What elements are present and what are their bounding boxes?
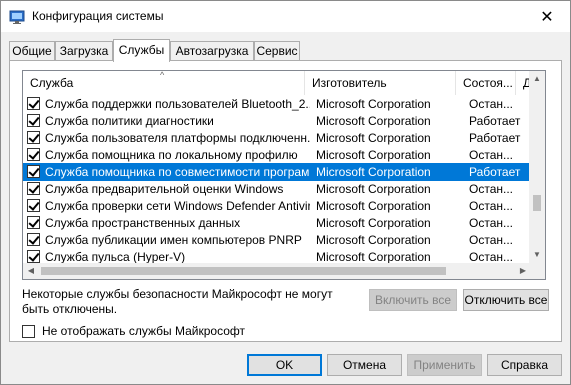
tab-boot[interactable]: Загрузка bbox=[55, 41, 113, 61]
service-enabled-checkbox[interactable] bbox=[27, 233, 40, 246]
service-status: Работает bbox=[469, 114, 521, 128]
service-row[interactable]: Служба пространственных данных Microsoft … bbox=[23, 214, 531, 232]
service-row[interactable]: Служба помощника по совместимости програ… bbox=[23, 163, 531, 181]
service-name: Служба поддержки пользователей Bluetooth… bbox=[45, 97, 310, 111]
service-status: Остан... bbox=[469, 97, 513, 111]
service-manufacturer: Microsoft Corporation bbox=[316, 216, 431, 230]
service-enabled-checkbox[interactable] bbox=[27, 114, 40, 127]
system-config-window: Конфигурация системы ✕ Общие Загрузка Сл… bbox=[0, 0, 571, 385]
security-note: Некоторые службы безопасности Майкрософт… bbox=[22, 287, 333, 316]
dialog-buttons: OK Отмена Применить Справка bbox=[1, 343, 570, 385]
column-manufacturer[interactable]: Изготовитель bbox=[305, 71, 456, 95]
service-enabled-checkbox[interactable] bbox=[27, 97, 40, 110]
service-enabled-checkbox[interactable] bbox=[27, 165, 40, 178]
service-manufacturer: Microsoft Corporation bbox=[316, 97, 431, 111]
service-row[interactable]: Служба помощника по локальному профилю Mi… bbox=[23, 146, 531, 164]
scroll-down-icon[interactable]: ▼ bbox=[529, 247, 545, 263]
service-manufacturer: Microsoft Corporation bbox=[316, 233, 431, 247]
tab-general[interactable]: Общие bbox=[9, 41, 55, 61]
close-icon: ✕ bbox=[540, 8, 554, 26]
tab-services[interactable]: Службы bbox=[113, 39, 170, 62]
service-enabled-checkbox[interactable] bbox=[27, 182, 40, 195]
title-bar[interactable]: Конфигурация системы ✕ bbox=[1, 1, 570, 32]
disable-all-button[interactable]: Отключить все bbox=[463, 289, 549, 311]
service-row[interactable]: Служба поддержки пользователей Bluetooth… bbox=[23, 95, 531, 113]
service-row[interactable]: Служба пользователя платформы подключенн… bbox=[23, 129, 531, 147]
service-enabled-checkbox[interactable] bbox=[27, 199, 40, 212]
sort-ascending-icon: ^ bbox=[160, 70, 165, 80]
service-name: Служба пользователя платформы подключенн… bbox=[45, 131, 310, 145]
tab-tools[interactable]: Сервис bbox=[254, 41, 300, 61]
list-header: Служба Изготовитель Состоя... Д ^ bbox=[23, 71, 531, 95]
service-manufacturer: Microsoft Corporation bbox=[316, 131, 431, 145]
service-enabled-checkbox[interactable] bbox=[27, 216, 40, 229]
service-name: Служба проверки сети Windows Defender An… bbox=[45, 199, 310, 213]
service-manufacturer: Microsoft Corporation bbox=[316, 165, 431, 179]
service-name: Служба политики диагностики bbox=[45, 114, 214, 128]
service-row[interactable]: Служба политики диагностики Microsoft Cor… bbox=[23, 112, 531, 130]
system-config-icon bbox=[9, 10, 25, 24]
service-status: Остан... bbox=[469, 233, 513, 247]
hide-ms-checkbox-box[interactable] bbox=[22, 325, 35, 338]
vertical-scroll-thumb[interactable] bbox=[533, 195, 541, 211]
apply-button[interactable]: Применить bbox=[407, 354, 482, 376]
service-status: Остан... bbox=[469, 216, 513, 230]
window-title: Конфигурация системы bbox=[32, 9, 164, 23]
close-button[interactable]: ✕ bbox=[524, 1, 570, 32]
service-name: Служба публикации имен компьютеров PNRP bbox=[45, 233, 302, 247]
help-button[interactable]: Справка bbox=[487, 354, 562, 376]
cancel-button[interactable]: Отмена bbox=[327, 354, 402, 376]
service-name: Служба предварительной оценки Windows bbox=[45, 182, 284, 196]
ok-button[interactable]: OK bbox=[247, 354, 322, 376]
scrollbar-corner bbox=[529, 263, 545, 279]
service-status: Работает bbox=[469, 165, 521, 179]
services-list[interactable]: Служба Изготовитель Состоя... Д ^ Служба… bbox=[22, 70, 546, 280]
service-status: Работает bbox=[469, 131, 521, 145]
tab-strip: Общие Загрузка Службы Автозагрузка Серви… bbox=[9, 39, 562, 62]
column-status[interactable]: Состоя... bbox=[456, 71, 516, 95]
service-name: Служба пространственных данных bbox=[45, 216, 241, 230]
tab-startup[interactable]: Автозагрузка bbox=[170, 41, 254, 61]
service-enabled-checkbox[interactable] bbox=[27, 131, 40, 144]
hide-ms-label: Не отображать службы Майкрософт bbox=[42, 324, 246, 338]
horizontal-scrollbar[interactable]: ◀ ▶ bbox=[23, 263, 531, 279]
services-panel: Служба Изготовитель Состоя... Д ^ Служба… bbox=[9, 60, 562, 342]
service-row[interactable]: Служба публикации имен компьютеров PNRP M… bbox=[23, 231, 531, 249]
service-status: Остан... bbox=[469, 199, 513, 213]
scroll-left-icon[interactable]: ◀ bbox=[23, 263, 39, 279]
service-manufacturer: Microsoft Corporation bbox=[316, 182, 431, 196]
service-name: Служба помощника по совместимости програ… bbox=[45, 165, 310, 179]
service-enabled-checkbox[interactable] bbox=[27, 148, 40, 161]
service-enabled-checkbox[interactable] bbox=[27, 250, 40, 263]
service-status: Остан... bbox=[469, 148, 513, 162]
service-manufacturer: Microsoft Corporation bbox=[316, 148, 431, 162]
service-name: Служба помощника по локальному профилю bbox=[45, 148, 298, 162]
enable-all-button[interactable]: Включить все bbox=[369, 289, 457, 311]
vertical-scrollbar[interactable]: ▲ ▼ bbox=[529, 71, 545, 279]
service-manufacturer: Microsoft Corporation bbox=[316, 114, 431, 128]
scroll-up-icon[interactable]: ▲ bbox=[529, 71, 545, 87]
horizontal-scroll-thumb[interactable] bbox=[41, 267, 446, 275]
service-status: Остан... bbox=[469, 182, 513, 196]
service-row[interactable]: Служба предварительной оценки Windows Mic… bbox=[23, 180, 531, 198]
service-row[interactable]: Служба проверки сети Windows Defender An… bbox=[23, 197, 531, 215]
service-manufacturer: Microsoft Corporation bbox=[316, 199, 431, 213]
